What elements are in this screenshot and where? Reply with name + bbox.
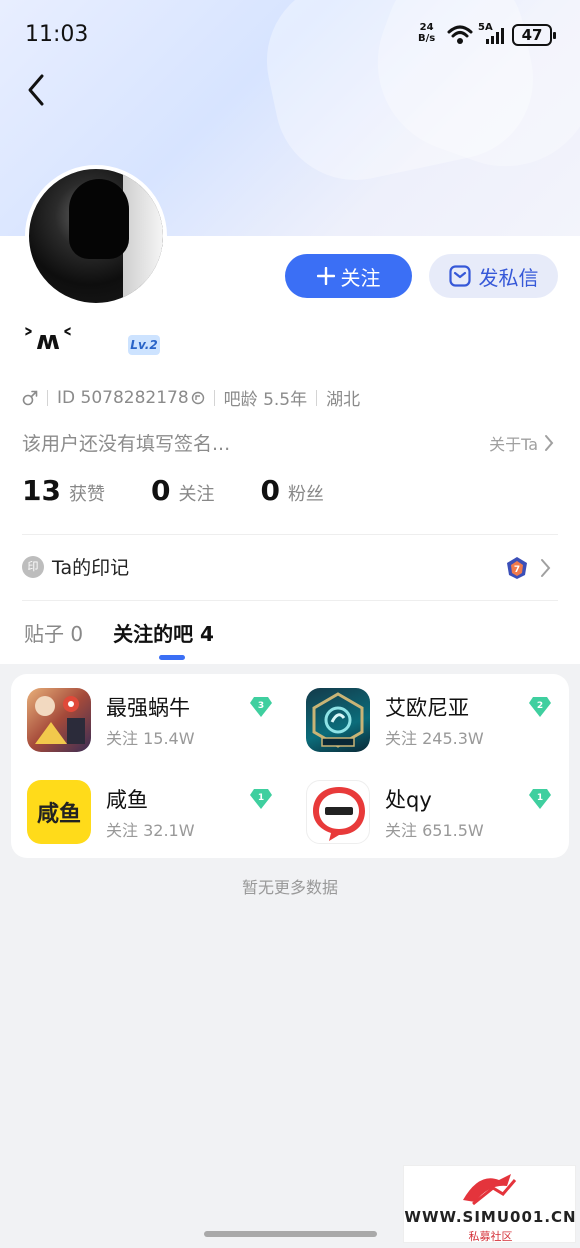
svg-text:1: 1 [537,793,543,803]
back-arrow-icon[interactable] [22,72,52,108]
username: ˃ʍ˂ [22,326,76,356]
forum-followers: 关注 245.3W [385,729,484,748]
message-icon [448,265,471,287]
forum-icon-xianyu: 咸鱼 [27,780,91,844]
avatar[interactable] [25,165,167,307]
stat-label: 粉丝 [287,484,324,505]
network-speed-value: 24 [419,22,434,33]
user-id: ID 5078282178 [57,387,189,408]
forum-item[interactable]: 艾欧尼亚 关注 245.3W 2 [306,688,576,758]
divider [22,534,558,535]
profile-info-row: ID 5078282178 吧龄 5.5年 湖北 [22,385,360,410]
tab-followed-forums[interactable]: 关注的吧 4 [113,618,214,647]
separator [47,389,48,406]
stat-label: 关注 [178,484,215,505]
copy-icon[interactable] [191,391,205,405]
separator [213,389,215,406]
forum-icon-ionia [306,688,370,752]
forum-item[interactable]: 处qy 关注 651.5W 1 [306,780,576,850]
svg-text:1: 1 [258,793,264,803]
seal-row[interactable]: 印 Ta的印记 [22,553,129,580]
forum-icon-text: 咸鱼 [36,802,81,827]
svg-text:3: 3 [258,701,264,711]
stat-value: 0 [150,474,171,507]
tab-indicator [159,655,185,660]
home-indicator[interactable] [204,1231,377,1237]
about-label: 关于Ta [489,435,538,454]
watermark-subtitle: 私募社区 [468,1230,513,1243]
status-time: 11:03 [25,22,89,47]
about-link[interactable]: 关于Ta [489,431,554,455]
network-speed: 24 B/s [418,22,435,44]
stat-value: 13 [22,474,61,507]
divider [22,600,558,601]
forum-name: 咸鱼 [106,788,148,812]
forum-item[interactable]: 咸鱼 咸鱼 关注 32.1W 1 [27,780,297,850]
avatar-photo-light [123,169,163,303]
forum-name: 艾欧尼亚 [385,696,469,720]
signature: 该用户还没有填写签名... [22,433,231,455]
stat-label: 获赞 [68,484,105,505]
profile-tabs: 贴子 0 关注的吧 4 [24,618,214,647]
seal-badge-icon: 7 [507,557,527,579]
gem-level-icon: 3 [250,697,272,717]
no-more-data-text: 暂无更多数据 [241,878,338,897]
stat-fans[interactable]: 0 粉丝 [260,474,323,507]
stat-following[interactable]: 0 关注 [151,474,214,507]
status-bar: 11:03 24 B/s 5A 47 [0,0,580,70]
gem-level-icon: 1 [529,789,551,809]
forum-icon-qy [306,780,370,844]
wifi-icon [447,25,473,44]
chevron-right-icon [545,435,554,451]
forum-name: 最强蜗牛 [106,696,190,720]
forum-followers: 关注 32.1W [106,821,195,840]
seal-icon: 印 [22,555,44,578]
battery-indicator: 47 [512,24,556,46]
separator [316,389,318,406]
private-message-button[interactable]: 发私信 [429,254,558,298]
bar-age: 吧龄 5.5年 [223,390,308,410]
svg-text:7: 7 [514,565,520,575]
chevron-right-icon[interactable] [540,558,552,578]
follow-button[interactable]: 关注 [285,254,412,298]
profile-stats: 13 获赞 0 关注 0 粉丝 [22,474,370,507]
private-message-label: 发私信 [478,265,539,290]
forum-followers: 关注 651.5W [385,821,484,840]
followed-forums-card: 最强蜗牛 关注 15.4W 3 艾欧尼亚 关注 245.3W 2 咸鱼 咸鱼 关… [11,674,569,858]
stat-likes[interactable]: 13 获赞 [22,474,105,507]
location: 湖北 [326,390,361,410]
male-icon [22,390,38,405]
watermark-site: WWW.SIMU001.CN [404,1208,577,1226]
plus-icon [316,267,335,285]
seal-title: Ta的印记 [52,557,130,579]
stat-value: 0 [260,474,280,507]
avatar-photo-figure [69,179,129,259]
level-badge: Lv.2 [128,335,160,355]
forum-item[interactable]: 最强蜗牛 关注 15.4W 3 [27,688,297,758]
forum-name: 处qy [385,788,432,812]
watermark: WWW.SIMU001.CN 私募社区 [403,1165,576,1243]
forum-icon-snail [27,688,91,752]
tab-posts[interactable]: 贴子 0 [24,618,83,647]
gem-level-icon: 2 [529,697,551,717]
svg-text:2: 2 [537,701,543,711]
follow-button-label: 关注 [340,265,381,290]
forum-followers: 关注 15.4W [106,729,195,748]
signal-icon: 5A [478,22,506,46]
gem-level-icon: 1 [250,789,272,809]
network-speed-unit: B/s [418,33,436,44]
watermark-logo-icon [463,1174,517,1206]
